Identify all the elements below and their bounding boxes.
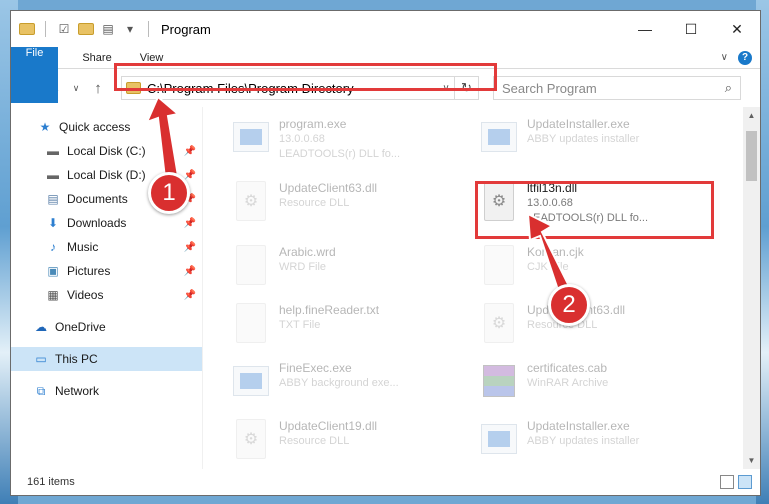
step-1-badge: 1 [148, 172, 190, 214]
help-icon[interactable]: ? [738, 50, 752, 65]
documents-icon: ▤ [47, 192, 59, 206]
exe-file-icon [479, 115, 519, 159]
file-item[interactable]: UpdateInstaller.exe ABBY updates installe… [479, 115, 719, 171]
close-button[interactable]: ✕ [714, 11, 760, 47]
file-list: program.exe 13.0.0.68 LEADTOOLS(r) DLL fo.… [203, 107, 760, 469]
quick-access-toolbar: ☑ ▤ ▾ [11, 21, 153, 37]
sidebar-item-onedrive[interactable]: ☁ OneDrive [11, 315, 202, 339]
videos-icon: ▦ [47, 288, 59, 302]
drive-icon: ▬ [47, 168, 59, 182]
sidebar-item-downloads[interactable]: ⬇ Downloads 📌 [11, 211, 202, 235]
expand-ribbon-icon[interactable]: ∨ [721, 52, 728, 63]
item-count: 161 items [27, 476, 75, 488]
step-2-badge: 2 [548, 284, 590, 326]
sidebar-item-pictures[interactable]: ▣ Pictures 📌 [11, 259, 202, 283]
maximize-button[interactable]: ☐ [668, 11, 714, 47]
properties-icon[interactable]: ☑ [56, 21, 72, 37]
document-file-icon [231, 243, 271, 287]
file-item[interactable]: Korean.cjk CJK File [479, 243, 719, 299]
sidebar-item-label: Downloads [67, 216, 127, 230]
up-button[interactable]: ↑ [87, 77, 109, 99]
tab-file[interactable]: File [11, 47, 58, 103]
exe-file-icon [231, 115, 271, 159]
window-title: Program [161, 21, 211, 37]
sidebar-item-videos[interactable]: ▦ Videos 📌 [11, 283, 202, 307]
sidebar-item-label: Local Disk (C:) [67, 144, 146, 158]
sidebar-item-label: This PC [55, 352, 98, 366]
sidebar-item-music[interactable]: ♪ Music 📌 [11, 235, 202, 259]
dll-file-icon: ⚙ [231, 417, 271, 461]
sidebar-item-label: Documents [67, 192, 128, 206]
dll-file-icon: ⚙ [479, 301, 519, 345]
sidebar-item-quick-access[interactable]: ★ Quick access [11, 115, 202, 139]
customize-toolbar-icon[interactable]: ▤ [100, 21, 116, 37]
search-placeholder: Search Program [502, 80, 597, 96]
search-input[interactable]: Search Program ⌕ [493, 76, 741, 100]
vertical-scrollbar[interactable]: ▲ ▼ [743, 107, 760, 469]
file-highlight-box [475, 181, 714, 239]
scrollbar-thumb[interactable] [746, 131, 757, 181]
sidebar-item-label: Videos [67, 288, 104, 302]
pin-icon[interactable]: 📌 [184, 146, 196, 157]
dll-file-icon: ⚙ [231, 179, 271, 223]
chevron-down-icon[interactable]: ▾ [122, 21, 138, 37]
pin-icon[interactable]: 📌 [184, 170, 196, 181]
sidebar-item-this-pc[interactable]: ▭ This PC [11, 347, 202, 371]
music-icon: ♪ [50, 240, 56, 254]
file-item[interactable]: Arabic.wrd WRD File [231, 243, 471, 299]
minimize-button[interactable]: — [622, 11, 668, 47]
recent-locations-button[interactable]: ∨ [69, 77, 83, 99]
status-bar: 161 items [11, 469, 760, 495]
scroll-down-icon[interactable]: ▼ [743, 452, 760, 469]
file-item[interactable]: ⚙ UpdateClient63.dllResource DLL [479, 301, 719, 357]
file-item[interactable]: ⚙ UpdateClient19.dll Resource DLL [231, 417, 471, 473]
address-highlight-box [114, 63, 497, 91]
pictures-icon: ▣ [47, 264, 59, 278]
pin-icon[interactable]: 📌 [184, 218, 196, 229]
file-item[interactable]: program.exe 13.0.0.68 LEADTOOLS(r) DLL fo.… [231, 115, 471, 171]
exe-file-icon [231, 359, 271, 403]
document-file-icon [231, 301, 271, 345]
scroll-up-icon[interactable]: ▲ [743, 107, 760, 124]
cloud-icon: ☁ [35, 320, 47, 334]
star-icon: ★ [39, 120, 51, 134]
exe-file-icon [479, 417, 519, 461]
navigation-pane: ★ Quick access ▬ Local Disk (C:) 📌 ▬ Loc… [11, 107, 203, 469]
sidebar-item-label: Pictures [67, 264, 111, 278]
large-icons-view-icon[interactable] [738, 475, 752, 489]
details-view-icon[interactable] [720, 475, 734, 489]
title-bar: ☑ ▤ ▾ Program — ☐ ✕ [11, 11, 760, 47]
new-folder-icon[interactable] [78, 21, 94, 37]
file-item[interactable]: FineExec.exe ABBY background exe... [231, 359, 471, 415]
drive-icon: ▬ [47, 144, 59, 158]
sidebar-item-label: Quick access [59, 120, 131, 134]
file-item[interactable]: UpdateInstaller.exe ABBY updates installe… [479, 417, 719, 473]
sidebar-item-network[interactable]: ⧉ Network [11, 379, 202, 403]
file-item[interactable]: certificates.cab WinRAR Archive [479, 359, 719, 415]
pin-icon[interactable]: 📌 [184, 242, 196, 253]
file-item[interactable]: help.fineReader.txt TXT File [231, 301, 471, 357]
sidebar-item-label: OneDrive [55, 320, 106, 334]
download-icon: ⬇ [47, 216, 59, 230]
sidebar-item-label: Local Disk (D:) [67, 168, 146, 182]
file-item[interactable]: ⚙ UpdateClient63.dllResource DLL [231, 179, 471, 235]
search-icon: ⌕ [724, 80, 732, 95]
folder-icon [19, 21, 35, 37]
sidebar-item-label: Network [55, 384, 100, 398]
archive-file-icon [479, 359, 519, 403]
pc-icon: ▭ [35, 352, 47, 366]
pin-icon[interactable]: 📌 [184, 290, 196, 301]
pin-icon[interactable]: 📌 [184, 266, 196, 277]
sidebar-item-local-disk-c[interactable]: ▬ Local Disk (C:) 📌 [11, 139, 202, 163]
sidebar-item-label: Music [67, 240, 99, 254]
network-icon: ⧉ [36, 383, 46, 398]
document-file-icon [479, 243, 519, 287]
